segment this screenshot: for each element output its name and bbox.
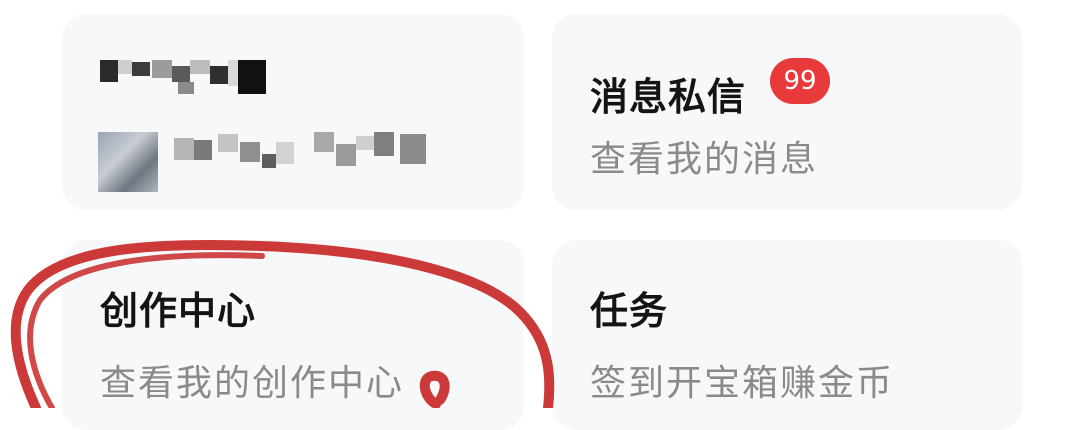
- creator-center-subtitle: 查看我的创作中心: [100, 363, 405, 404]
- tasks-title: 任务: [590, 289, 669, 333]
- tasks-card[interactable]: 任务 签到开宝箱赚金币: [552, 240, 1022, 430]
- creator-center-title: 创作中心: [100, 289, 257, 333]
- redacted-thumbnail: [98, 132, 158, 192]
- creator-center-card[interactable]: 创作中心 查看我的创作中心: [62, 240, 524, 430]
- messages-card[interactable]: 消息私信 99 查看我的消息: [552, 14, 1022, 210]
- messages-subtitle: 查看我的消息: [590, 139, 819, 180]
- tasks-subtitle: 签到开宝箱赚金币: [590, 363, 895, 404]
- messages-title: 消息私信: [590, 75, 747, 119]
- unread-badge: 99: [770, 58, 830, 104]
- account-card[interactable]: [62, 14, 524, 210]
